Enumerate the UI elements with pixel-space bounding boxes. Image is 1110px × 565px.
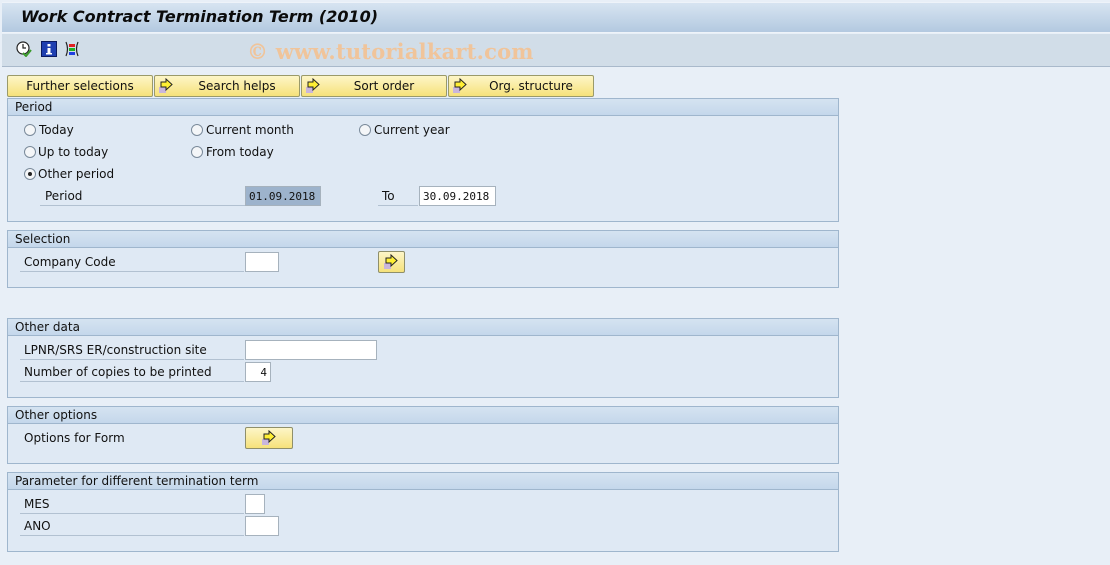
copies-label: Number of copies to be printed bbox=[20, 365, 244, 382]
radio-today-label: Today bbox=[39, 123, 74, 137]
tab-org-structure[interactable]: Org. structure bbox=[448, 75, 594, 97]
arrow-right-icon bbox=[261, 430, 277, 449]
period-from-field[interactable]: 01.09.2018 bbox=[245, 186, 321, 206]
tab-further-selections[interactable]: Further selections bbox=[7, 75, 153, 97]
radio-other-period-label: Other period bbox=[38, 167, 115, 181]
arrow-right-icon bbox=[452, 78, 468, 97]
company-code-field[interactable] bbox=[245, 252, 279, 272]
site-label: LPNR/SRS ER/construction site bbox=[20, 343, 244, 360]
arrow-right-icon bbox=[305, 78, 321, 97]
other-options-group-title: Other options bbox=[8, 407, 838, 424]
parameter-group-title: Parameter for different termination term bbox=[8, 473, 838, 490]
form-options-label: Options for Form bbox=[24, 431, 125, 445]
copies-field[interactable]: 4 bbox=[245, 362, 271, 382]
ano-field[interactable] bbox=[245, 516, 279, 536]
ano-label: ANO bbox=[20, 519, 244, 536]
tab-sort-order[interactable]: Sort order bbox=[301, 75, 447, 97]
title-bar: Work Contract Termination Term (2010) bbox=[2, 2, 1110, 33]
selection-options-icon[interactable] bbox=[64, 41, 80, 57]
multiple-selection-button[interactable] bbox=[378, 251, 405, 273]
arrow-right-icon bbox=[158, 78, 174, 97]
radio-current-year[interactable] bbox=[359, 124, 371, 136]
tab-label: Sort order bbox=[353, 79, 415, 93]
arrow-right-icon bbox=[383, 254, 399, 273]
company-code-label: Company Code bbox=[20, 255, 244, 272]
radio-today[interactable] bbox=[24, 124, 36, 136]
radio-up-to-today-label: Up to today bbox=[38, 145, 109, 159]
radio-current-month-label: Current month bbox=[206, 123, 294, 137]
watermark: © www.tutorialkart.com bbox=[247, 39, 534, 64]
info-icon[interactable] bbox=[41, 41, 57, 57]
form-options-button[interactable] bbox=[245, 427, 293, 449]
radio-other-period[interactable] bbox=[24, 168, 36, 180]
tab-search-helps[interactable]: Search helps bbox=[154, 75, 300, 97]
application-toolbar bbox=[2, 34, 1110, 67]
other-options-group: Other options bbox=[7, 406, 839, 464]
radio-from-today[interactable] bbox=[191, 146, 203, 158]
tab-label: Search helps bbox=[198, 79, 276, 93]
radio-current-year-label: Current year bbox=[374, 123, 450, 137]
selection-group-title: Selection bbox=[8, 231, 838, 248]
mes-field[interactable] bbox=[245, 494, 265, 514]
mes-label: MES bbox=[20, 497, 244, 514]
period-label: Period bbox=[40, 189, 245, 206]
other-data-group-title: Other data bbox=[8, 319, 838, 336]
tab-label: Further selections bbox=[26, 79, 134, 93]
period-group-title: Period bbox=[8, 99, 838, 116]
execute-clock-icon[interactable] bbox=[16, 41, 32, 58]
period-to-field[interactable]: 30.09.2018 bbox=[419, 186, 496, 206]
radio-up-to-today[interactable] bbox=[24, 146, 36, 158]
page-title: Work Contract Termination Term (2010) bbox=[21, 7, 379, 26]
radio-current-month[interactable] bbox=[191, 124, 203, 136]
radio-from-today-label: From today bbox=[206, 145, 274, 159]
period-to-label: To bbox=[378, 189, 418, 206]
tab-label: Org. structure bbox=[489, 79, 573, 93]
site-field[interactable] bbox=[245, 340, 377, 360]
